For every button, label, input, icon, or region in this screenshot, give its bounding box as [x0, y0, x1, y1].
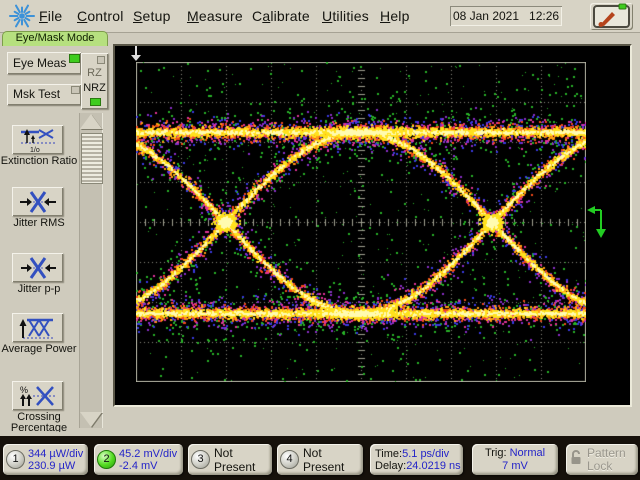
instrument-screen: File Control Setup Measure Calibrate Uti… [0, 0, 640, 480]
tab-eye-mask-mode[interactable]: Eye/Mask Mode [2, 31, 108, 46]
channel-3-button[interactable]: 3 Not Present [188, 444, 272, 475]
extinction-ratio-icon: 1/o [20, 128, 55, 153]
channel-4-button[interactable]: 4 Not Present [277, 444, 363, 475]
delay-value: 24.0219 ns [406, 459, 461, 472]
average-power-icon [19, 318, 55, 339]
menu-item-calibrate[interactable]: Calibrate [252, 8, 310, 24]
menu-item-help[interactable]: Help [380, 8, 410, 24]
pattern-lock-label: Pattern Lock [587, 445, 626, 473]
menu-item-setup[interactable]: Setup [133, 8, 171, 24]
touchscreen-icon [593, 3, 630, 28]
rz-label[interactable]: RZ [81, 67, 108, 79]
average-power-label: Average Power [1, 343, 77, 355]
pattern-lock-button[interactable]: Pattern Lock [566, 444, 638, 475]
menu-bar: File Control Setup Measure Calibrate Uti… [0, 0, 640, 33]
datetime-display: 08 Jan 2021 12:26 [450, 6, 562, 26]
rz-indicator [97, 56, 105, 64]
time-label: Time: [375, 447, 403, 460]
scroll-up-icon[interactable] [80, 114, 102, 129]
time-reference-marker-icon [128, 46, 144, 67]
rz-nrz-selector[interactable]: RZ NRZ [81, 53, 108, 109]
svg-text:%: % [20, 385, 28, 395]
average-power-button[interactable] [12, 313, 63, 342]
scroll-down-icon[interactable] [80, 412, 102, 427]
menu-item-control[interactable]: Control [77, 8, 124, 24]
eye-meas-label: Eye Meas [13, 56, 67, 70]
trig-label: Trig: [484, 446, 507, 459]
display-screen [113, 44, 632, 407]
channel-4-status: Not Present [303, 445, 345, 474]
channel-2-button[interactable]: 2 45.2 mV/div -2.4 mV [94, 444, 183, 475]
trigger-button[interactable]: Trig: Normal 7 mV [472, 444, 558, 475]
eye-meas-button[interactable]: Eye Meas [7, 52, 81, 74]
crossing-percentage-button[interactable]: % [12, 381, 63, 410]
jitter-rms-button[interactable] [12, 187, 63, 216]
padlock-icon [569, 449, 583, 470]
menu-item-file[interactable]: File [39, 8, 62, 24]
nrz-label[interactable]: NRZ [81, 82, 108, 94]
trig-level: 7 mV [502, 459, 528, 472]
extinction-ratio-button[interactable]: 1/o [12, 125, 63, 154]
pattern-lock-line2: Lock [587, 458, 613, 473]
timebase-button[interactable]: Time:5.1 ps/div Delay:24.0219 ns [370, 444, 463, 475]
channel-1-offset: 230.9 µW [28, 459, 76, 472]
trigger-readout: Trig: Normal 7 mV [475, 447, 555, 473]
main-panel: Eye Meas Msk Test RZ NRZ 1/o Extinction … [0, 32, 640, 436]
time-value: 5.1 ps/div [402, 447, 450, 460]
channel-4-badge: 4 [280, 450, 299, 469]
channel-2-readout: 45.2 mV/div -2.4 mV [119, 448, 177, 472]
extinction-ratio-label: Extinction Ratio [0, 155, 78, 167]
msk-test-label: Msk Test [13, 87, 61, 101]
jitter-pp-label: Jitter p-p [17, 283, 61, 295]
svg-text:1/o: 1/o [30, 147, 40, 153]
touchscreen-indicator-button[interactable] [590, 3, 633, 30]
channel-2-offset: -2.4 mV [119, 459, 158, 472]
msk-test-led [71, 86, 80, 94]
crossing-percentage-label: Crossing Percentage [10, 412, 68, 432]
channel-1-scale: 344 µW/div [28, 447, 84, 460]
jitter-rms-icon [19, 190, 56, 213]
menu-item-measure[interactable]: Measure [187, 8, 243, 24]
pattern-lock-line1: Pattern [587, 445, 626, 460]
crossing-percentage-icon: % [19, 385, 56, 406]
channel-1-badge: 1 [6, 450, 25, 469]
delay-label: Delay: [375, 459, 407, 472]
channel-1-button[interactable]: 1 344 µW/div 230.9 µW [3, 444, 88, 475]
channel-1-readout: 344 µW/div 230.9 µW [28, 448, 83, 472]
channel-2-scale: 45.2 mV/div [119, 447, 178, 460]
sidebar-scrollbar[interactable] [79, 113, 103, 428]
channel-3-badge: 3 [191, 450, 210, 469]
eye-diagram-canvas [136, 62, 586, 382]
eye-meas-led [69, 54, 80, 63]
menu-item-utilities[interactable]: Utilities [322, 8, 369, 24]
trig-mode: Normal [509, 446, 546, 459]
msk-test-button[interactable]: Msk Test [7, 84, 81, 105]
nrz-led [90, 98, 101, 106]
timebase-readout: Time:5.1 ps/div Delay:24.0219 ns [375, 448, 461, 472]
channel-3-status: Not Present [214, 445, 256, 474]
status-bar: 1 344 µW/div 230.9 µW 2 45.2 mV/div -2.4… [0, 436, 640, 480]
jitter-rms-label: Jitter RMS [13, 217, 65, 229]
jitter-pp-icon [20, 256, 56, 279]
jitter-pp-button[interactable] [12, 253, 63, 282]
trigger-level-marker-icon[interactable] [586, 204, 606, 245]
scrollbar-thumb[interactable] [81, 133, 103, 184]
channel-2-badge: 2 [97, 450, 116, 469]
